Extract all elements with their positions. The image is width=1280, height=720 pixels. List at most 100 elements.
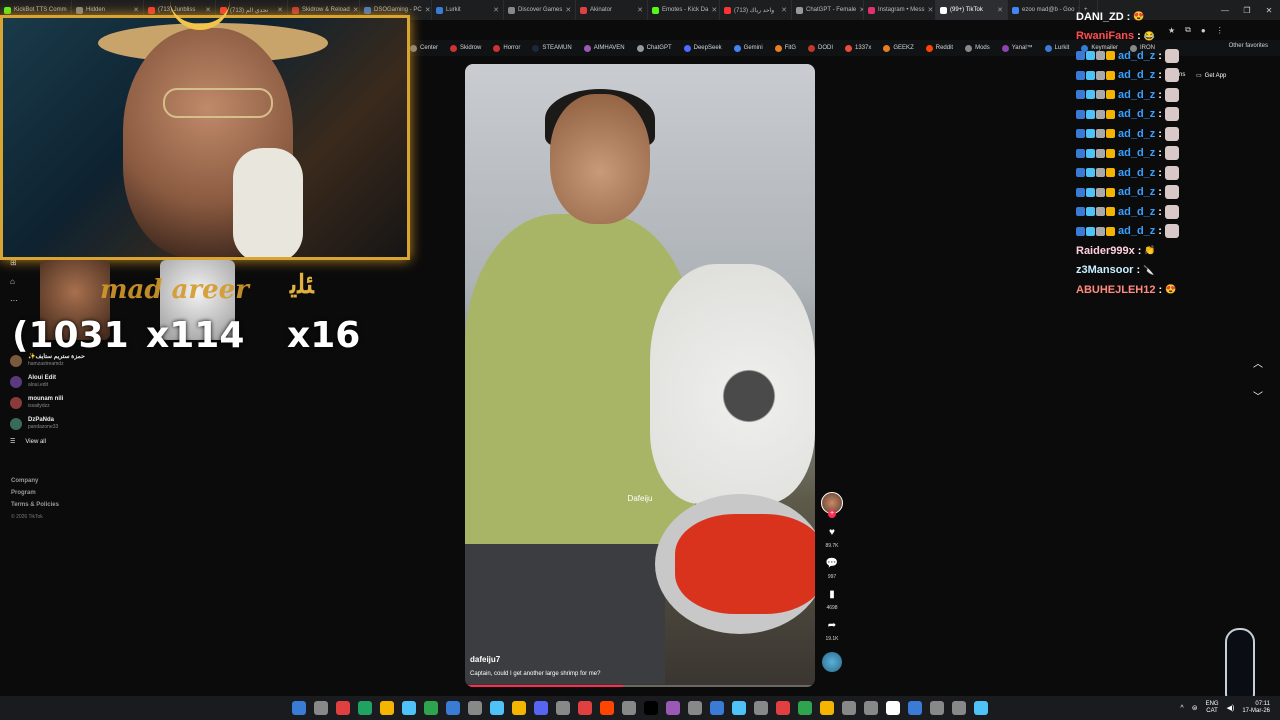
chevron-down-icon[interactable]: ﹀ [1253,388,1263,403]
taskbar-app-icon[interactable] [798,701,812,715]
taskbar-app-icon[interactable] [402,701,416,715]
chat-username[interactable]: Raider999x [1076,245,1135,257]
video-progress-bar[interactable] [465,685,815,687]
close-tab-icon[interactable]: ✕ [565,6,571,14]
taskbar-app-icon[interactable] [644,701,658,715]
following-item[interactable]: DzPaNda pandazone33 [10,413,190,434]
chat-username[interactable]: ad_d_z [1118,206,1155,218]
comment-action[interactable]: 💬 997 [826,558,838,580]
taskbar-app-icon[interactable] [490,701,504,715]
bookmark-item[interactable]: Skidrow [450,44,481,52]
taskbar-app-icon[interactable] [468,701,482,715]
chat-username[interactable]: ad_d_z [1118,167,1155,179]
view-all-link[interactable]: ☰ View all [10,438,190,446]
chat-username[interactable]: ad_d_z [1118,186,1155,198]
taskbar-app-icon[interactable] [314,701,328,715]
save-action[interactable]: ▮ 4698 [826,589,837,611]
chat-username[interactable]: z3Mansoor [1076,264,1133,276]
chevron-up-tray-icon[interactable]: ^ [1180,705,1183,712]
chat-username[interactable]: ad_d_z [1118,225,1155,237]
browser-tab[interactable]: (713) واحد رياك ✕ [720,0,792,20]
browser-tab[interactable]: Emotes - Kick Da ✕ [648,0,720,20]
taskbar-app-icon[interactable] [842,701,856,715]
taskbar-app-icon[interactable] [512,701,526,715]
chat-username[interactable]: ABUHEJLEH12 [1076,284,1155,296]
bookmark-item[interactable]: Mods [965,44,990,52]
taskbar-app-icon[interactable] [666,701,680,715]
close-tab-icon[interactable]: ✕ [353,6,359,14]
close-tab-icon[interactable]: ✕ [425,6,431,14]
network-icon[interactable]: ⊜ [1192,704,1198,712]
chat-username[interactable]: ad_d_z [1118,50,1155,62]
chat-username[interactable]: ad_d_z [1118,147,1155,159]
close-tab-icon[interactable]: ✕ [781,6,787,14]
music-disc-icon[interactable] [822,652,842,672]
taskbar-app-icon[interactable] [534,701,548,715]
taskbar-app-icon[interactable] [908,701,922,715]
footer-program[interactable]: Program [11,490,59,496]
close-tab-icon[interactable]: ✕ [133,6,139,14]
bookmark-item[interactable]: DODI [808,44,833,52]
chat-username[interactable]: ad_d_z [1118,108,1155,120]
taskbar-app-icon[interactable] [820,701,834,715]
chat-username[interactable]: ad_d_z [1118,89,1155,101]
chat-username[interactable]: RwaniFans [1076,30,1134,42]
footer-company[interactable]: Company [11,478,59,484]
browser-tab[interactable]: ezoo mad@b - Goo✕ [1008,0,1080,20]
chat-username[interactable]: ad_d_z [1118,128,1155,140]
bookmark-item[interactable]: Yanal™ [1001,44,1033,52]
browser-tab[interactable]: Akinator ✕ [576,0,648,20]
taskbar-app-icon[interactable] [776,701,790,715]
close-tab-icon[interactable]: ✕ [277,6,283,14]
taskbar-app-icon[interactable] [292,701,306,715]
taskbar-app-icon[interactable] [710,701,724,715]
taskbar-app-icon[interactable] [974,701,988,715]
like-action[interactable]: ♥ 89.7K [825,527,838,549]
browser-tab[interactable]: Instagram • Mess ✕ [864,0,936,20]
taskbar-app-icon[interactable] [556,701,570,715]
taskbar-app-icon[interactable] [886,701,900,715]
taskbar-app-icon[interactable] [358,701,372,715]
clock[interactable]: 07:11 17-Mar-26 [1242,701,1270,715]
browser-tab[interactable]: (99+) TikTok ✕ [936,0,1008,20]
browser-tab[interactable]: Lurkit ✕ [432,0,504,20]
tiktok-video-player[interactable]: Dafeiju dafeiju7 Captain, could I get an… [465,64,815,687]
taskbar-app-icon[interactable] [952,701,966,715]
footer-terms[interactable]: Terms & Policies [11,502,59,508]
bookmark-item[interactable]: Gemini [733,44,763,52]
taskbar-app-icon[interactable] [424,701,438,715]
video-author[interactable]: dafeiju7 [470,655,500,664]
close-tab-icon[interactable]: ✕ [711,6,717,14]
following-item[interactable]: Aloui Edit aloui.edit [10,371,190,392]
bookmark-item[interactable]: Horror [493,44,520,52]
bookmark-item[interactable]: ChatGPT [636,44,672,52]
chevron-up-icon[interactable]: ︿ [1253,355,1263,370]
taskbar-app-icon[interactable] [446,701,460,715]
following-item[interactable]: mounam nili issaitydzz [10,392,190,413]
taskbar-app-icon[interactable] [578,701,592,715]
taskbar-app-icon[interactable] [336,701,350,715]
taskbar-app-icon[interactable] [688,701,702,715]
bookmark-item[interactable]: Center [410,44,438,52]
bookmark-item[interactable]: 1337x [845,44,871,52]
volume-icon[interactable]: ◀) [1227,704,1235,712]
taskbar-app-icon[interactable] [930,701,944,715]
bookmark-item[interactable]: DeepSeek [683,44,722,52]
close-tab-icon[interactable]: ✕ [997,6,1003,14]
bookmark-item[interactable]: STEAMUN [532,44,572,52]
share-action[interactable]: ➦ 19.1K [825,620,838,642]
close-tab-icon[interactable]: ✕ [493,6,499,14]
browser-tab[interactable]: ChatGPT - Female✕ [792,0,864,20]
chat-username[interactable]: ad_d_z [1118,69,1155,81]
browser-tab[interactable]: Discover Games ✕ [504,0,576,20]
close-tab-icon[interactable]: ✕ [927,6,933,14]
close-tab-icon[interactable]: ✕ [637,6,643,14]
taskbar-app-icon[interactable] [380,701,394,715]
bookmark-item[interactable]: FitG [774,44,796,52]
follow-plus-icon[interactable]: + [828,510,836,518]
taskbar-app-icon[interactable] [600,701,614,715]
taskbar-app-icon[interactable] [732,701,746,715]
taskbar-app-icon[interactable] [622,701,636,715]
bookmark-item[interactable]: AIMHAVEN [583,44,625,52]
bookmark-item[interactable]: GEEKZ [883,44,914,52]
